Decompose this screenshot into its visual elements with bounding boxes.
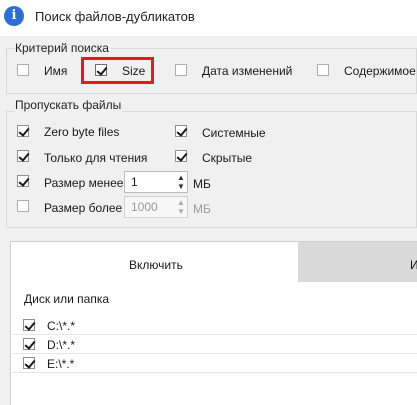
- skip-zero-byte-checkbox[interactable]: [17, 125, 29, 137]
- skip-system-checkbox[interactable]: [175, 125, 187, 137]
- skip-system-label[interactable]: Системные: [202, 126, 266, 140]
- size-more-checkbox[interactable]: [17, 200, 29, 212]
- path-c-checkbox[interactable]: [23, 319, 35, 331]
- path-e-checkbox[interactable]: [23, 357, 35, 369]
- path-c-label[interactable]: C:\*.*: [47, 319, 75, 333]
- size-less-label[interactable]: Размер менее: [44, 176, 123, 190]
- size-more-spinbox: 1000 ▲ ▼: [124, 196, 188, 218]
- size-less-spinbox[interactable]: 1 ▲ ▼: [124, 171, 188, 193]
- tab-exclude-label[interactable]: И: [410, 258, 417, 272]
- spin-down-icon: ▼: [177, 207, 185, 216]
- spin-up-icon: ▲: [177, 198, 185, 207]
- size-more-unit: МБ: [193, 202, 211, 216]
- spin-up-icon[interactable]: ▲: [177, 173, 185, 182]
- criteria-group-label: Критерий поиска: [15, 41, 111, 55]
- criteria-content-checkbox[interactable]: [317, 64, 329, 76]
- list-header: Диск или папка: [24, 292, 110, 306]
- skip-hidden-checkbox[interactable]: [175, 150, 187, 162]
- tab-include[interactable]: Включить: [11, 242, 298, 282]
- criteria-size-label[interactable]: Size: [122, 64, 145, 78]
- criteria-date-checkbox[interactable]: [175, 64, 187, 76]
- row-separator: [12, 372, 417, 373]
- skip-readonly-checkbox[interactable]: [17, 150, 29, 162]
- skip-readonly-label[interactable]: Только для чтения: [44, 151, 147, 165]
- size-more-label[interactable]: Размер более: [44, 201, 122, 215]
- skip-group-label: Пропускать файлы: [15, 98, 124, 112]
- size-less-checkbox[interactable]: [17, 175, 29, 187]
- info-icon: i: [4, 6, 24, 26]
- path-d-checkbox[interactable]: [23, 338, 35, 350]
- criteria-name-label[interactable]: Имя: [44, 64, 67, 78]
- path-d-label[interactable]: D:\*.*: [47, 338, 75, 352]
- criteria-size-checkbox[interactable]: [95, 64, 107, 76]
- criteria-date-label[interactable]: Дата изменений: [202, 64, 292, 78]
- size-less-value[interactable]: 1: [131, 175, 138, 189]
- tab-include-label[interactable]: Включить: [129, 258, 183, 272]
- window-title: Поиск файлов-дубликатов: [35, 9, 195, 24]
- size-more-value: 1000: [131, 200, 158, 214]
- row-separator: [12, 353, 417, 354]
- size-less-unit: МБ: [193, 177, 211, 191]
- path-e-label[interactable]: E:\*.*: [47, 357, 74, 371]
- spin-down-icon[interactable]: ▼: [177, 182, 185, 191]
- title-bar: i Поиск файлов-дубликатов: [0, 0, 417, 36]
- skip-zero-byte-label[interactable]: Zero byte files: [44, 125, 119, 139]
- criteria-content-label[interactable]: Содержимое: [344, 64, 416, 78]
- row-separator: [12, 334, 417, 335]
- skip-hidden-label[interactable]: Скрытые: [202, 151, 252, 165]
- tab-exclude[interactable]: И: [298, 242, 417, 282]
- criteria-name-checkbox[interactable]: [17, 64, 29, 76]
